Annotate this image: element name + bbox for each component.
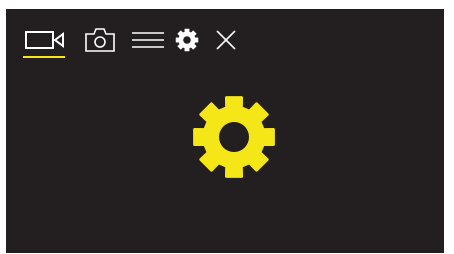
video-camera-icon: [25, 31, 64, 49]
close-icon: [216, 30, 236, 50]
settings-button[interactable]: [172, 23, 202, 57]
active-tab-indicator: [23, 56, 65, 58]
photo-mode-button[interactable]: [81, 23, 119, 57]
settings-gear-large-icon: [189, 92, 279, 182]
toolbar: [6, 9, 444, 69]
gear-hole: [219, 122, 249, 152]
menu-icon: [132, 32, 164, 48]
gear-hole: [183, 36, 191, 44]
video-mode-button[interactable]: [23, 23, 67, 57]
menu-button[interactable]: [129, 23, 167, 57]
close-button[interactable]: [211, 23, 241, 57]
photo-camera-icon: [85, 28, 115, 52]
camera-screen: [6, 9, 444, 253]
settings-gear-icon: [193, 96, 275, 178]
settings-gear-icon: [175, 28, 199, 52]
